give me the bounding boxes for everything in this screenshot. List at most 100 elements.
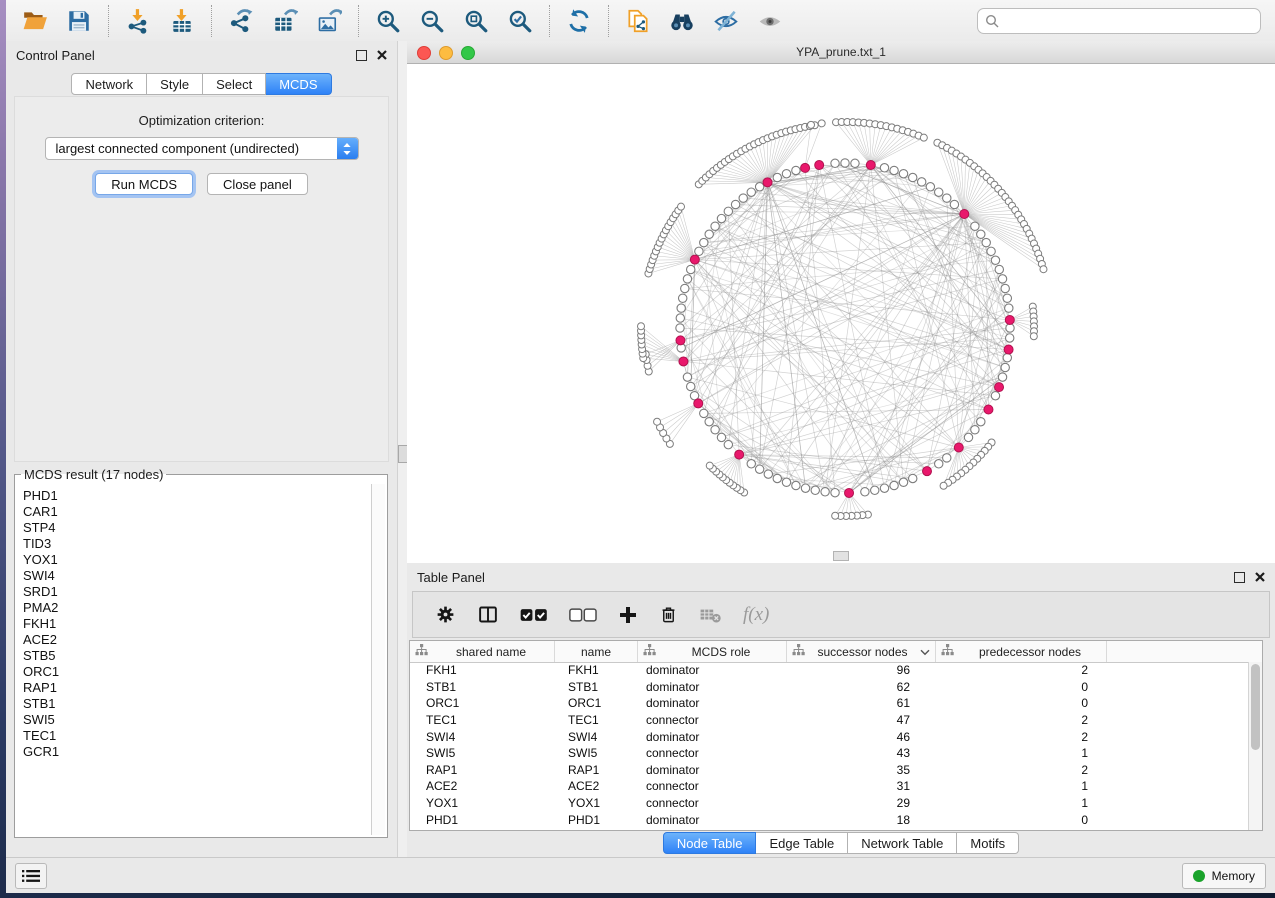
ring-node[interactable] — [683, 373, 691, 381]
mcds-node[interactable] — [801, 163, 810, 172]
ring-node[interactable] — [841, 159, 849, 167]
ring-node[interactable] — [782, 170, 790, 178]
table-tab-node-table[interactable]: Node Table — [663, 832, 757, 854]
ring-node[interactable] — [1003, 354, 1011, 362]
ring-node[interactable] — [792, 166, 800, 174]
ring-node[interactable] — [1006, 324, 1014, 332]
ring-node[interactable] — [950, 200, 958, 208]
delete-column-button[interactable] — [659, 604, 678, 625]
satellite-node[interactable] — [920, 134, 927, 141]
export-table-button[interactable] — [267, 5, 303, 37]
show-columns-button[interactable] — [477, 604, 499, 625]
table-row[interactable]: FKH1FKH1dominator962 — [410, 662, 1249, 679]
ring-node[interactable] — [681, 284, 689, 292]
hide-selected-button[interactable] — [708, 5, 744, 37]
ring-node[interactable] — [711, 426, 719, 434]
ring-node[interactable] — [831, 159, 839, 167]
close-panel-icon[interactable] — [377, 50, 387, 60]
search-input[interactable] — [1004, 13, 1253, 29]
ring-node[interactable] — [700, 238, 708, 246]
ring-node[interactable] — [977, 418, 985, 426]
ring-node[interactable] — [676, 324, 684, 332]
mcds-node[interactable] — [1005, 315, 1014, 324]
table-row[interactable]: ACE2ACE2connector311 — [410, 778, 1249, 795]
ring-node[interactable] — [943, 454, 951, 462]
ring-node[interactable] — [731, 200, 739, 208]
satellite-node[interactable] — [638, 323, 645, 330]
mcds-node[interactable] — [866, 161, 875, 170]
ring-node[interactable] — [943, 194, 951, 202]
mcds-result-item[interactable]: ORC1 — [23, 664, 370, 680]
table-row[interactable]: SWI4SWI4dominator462 — [410, 728, 1249, 745]
ring-node[interactable] — [995, 265, 1003, 273]
horizontal-splitter-handle[interactable] — [833, 551, 849, 561]
ring-node[interactable] — [1001, 363, 1009, 371]
mcds-result-item[interactable]: CAR1 — [23, 504, 370, 520]
ring-node[interactable] — [1005, 304, 1013, 312]
ring-node[interactable] — [717, 433, 725, 441]
tab-mcds[interactable]: MCDS — [266, 73, 331, 95]
ring-node[interactable] — [724, 207, 732, 215]
ring-node[interactable] — [880, 484, 888, 492]
ring-node[interactable] — [676, 314, 684, 322]
table-row[interactable]: PHD1PHD1dominator180 — [410, 811, 1249, 828]
table-options-button[interactable] — [435, 604, 456, 625]
column-header-mcds-role[interactable]: MCDS role — [638, 641, 787, 662]
import-network-button[interactable] — [120, 5, 156, 37]
import-table-button[interactable] — [164, 5, 200, 37]
open-file-button[interactable] — [17, 5, 53, 37]
save-session-button[interactable] — [61, 5, 97, 37]
ring-node[interactable] — [700, 409, 708, 417]
mcds-node[interactable] — [694, 399, 703, 408]
mcds-result-item[interactable]: TEC1 — [23, 728, 370, 744]
mcds-result-item[interactable]: GCR1 — [23, 744, 370, 760]
ring-node[interactable] — [747, 188, 755, 196]
table-row[interactable]: ORC1ORC1dominator610 — [410, 695, 1249, 712]
task-history-button[interactable] — [15, 863, 47, 889]
ring-node[interactable] — [755, 465, 763, 473]
satellite-node[interactable] — [818, 120, 825, 127]
ring-node[interactable] — [1005, 334, 1013, 342]
ring-node[interactable] — [677, 304, 685, 312]
table-tab-network-table[interactable]: Network Table — [848, 832, 957, 854]
run-mcds-button[interactable]: Run MCDS — [95, 173, 193, 195]
zoom-selected-button[interactable] — [502, 5, 538, 37]
column-header-shared-name[interactable]: shared name — [410, 641, 555, 662]
mcds-node[interactable] — [676, 336, 685, 345]
table-row[interactable]: STB1STB1dominator620 — [410, 679, 1249, 696]
satellite-node[interactable] — [808, 121, 815, 128]
table-row[interactable]: RAP1RAP1dominator352 — [410, 762, 1249, 779]
float-panel-icon[interactable] — [356, 50, 367, 61]
table-row[interactable]: YOX1YOX1connector291 — [410, 795, 1249, 812]
mcds-node[interactable] — [995, 383, 1004, 392]
ring-node[interactable] — [880, 164, 888, 172]
table-scrollbar-thumb[interactable] — [1251, 664, 1260, 750]
satellite-node[interactable] — [940, 482, 947, 489]
tab-style[interactable]: Style — [147, 73, 203, 95]
ring-node[interactable] — [811, 486, 819, 494]
mcds-result-item[interactable]: FKH1 — [23, 616, 370, 632]
mcds-node[interactable] — [954, 443, 963, 452]
deselect-all-button[interactable] — [569, 607, 597, 623]
mcds-list-scrollbar[interactable] — [371, 484, 385, 835]
mcds-result-item[interactable]: YOX1 — [23, 552, 370, 568]
ring-node[interactable] — [705, 418, 713, 426]
mcds-node[interactable] — [1004, 345, 1013, 354]
optimization-criterion-dropdown[interactable]: largest connected component (undirected) — [45, 137, 359, 160]
export-image-button[interactable] — [311, 5, 347, 37]
mcds-result-item[interactable]: SRD1 — [23, 584, 370, 600]
satellite-node[interactable] — [706, 462, 713, 469]
satellite-node[interactable] — [678, 203, 685, 210]
ring-node[interactable] — [705, 230, 713, 238]
mcds-node[interactable] — [923, 467, 932, 476]
select-all-button[interactable] — [520, 607, 548, 623]
ring-node[interactable] — [747, 460, 755, 468]
show-all-button[interactable] — [752, 5, 788, 37]
table-tab-motifs[interactable]: Motifs — [957, 832, 1019, 854]
ring-node[interactable] — [717, 214, 725, 222]
table-row[interactable]: SWI5SWI5connector431 — [410, 745, 1249, 762]
ring-node[interactable] — [851, 159, 859, 167]
column-header-successor-nodes[interactable]: successor nodes — [787, 641, 936, 662]
ring-node[interactable] — [687, 265, 695, 273]
table-row[interactable]: TEC1TEC1connector472 — [410, 712, 1249, 729]
